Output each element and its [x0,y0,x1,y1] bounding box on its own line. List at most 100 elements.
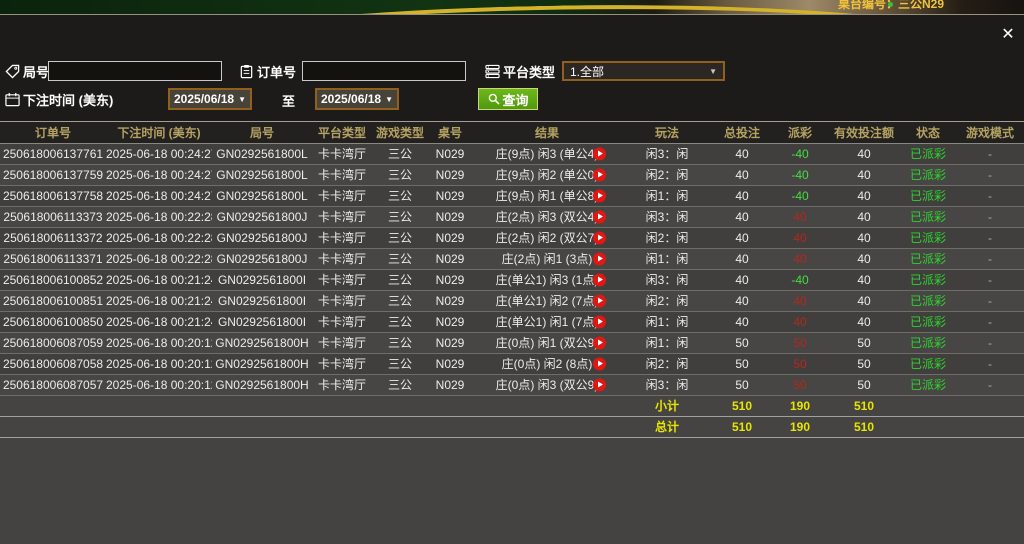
round-input[interactable] [48,61,222,81]
cell-valid: 40 [828,143,900,164]
cell-valid: 40 [828,206,900,227]
cell-valid: 50 [828,374,900,395]
cell-valid: 50 [828,332,900,353]
cell-time: 2025-06-18 00:21:24 [106,290,212,311]
subtotal-mode-spacer [956,395,1024,416]
table-row: 2506180060870572025-06-18 00:20:12GN0292… [0,374,1024,395]
cell-payout: -40 [772,269,828,290]
cell-play: 闲2：闲 [622,353,712,374]
cell-time: 2025-06-18 00:22:28 [106,227,212,248]
cell-payout: 50 [772,332,828,353]
play-video-icon[interactable] [593,294,606,307]
total-label: 总计 [622,416,712,437]
table-row: 2506180061377612025-06-18 00:24:27GN0292… [0,143,1024,164]
cell-game: 三公 [372,311,428,332]
cell-time: 2025-06-18 00:20:12 [106,332,212,353]
cell-time: 2025-06-18 00:20:12 [106,374,212,395]
cell-order: 250618006100852 [0,269,106,290]
cell-valid: 40 [828,248,900,269]
cell-round: GN0292561800L [212,164,312,185]
date-from-picker[interactable]: 2025/06/18 ▼ [168,88,252,110]
cell-time: 2025-06-18 00:22:28 [106,248,212,269]
cell-table: N029 [428,353,472,374]
platform-select-value: 1.全部 [570,63,604,80]
column-header-0: 订单号 [0,122,106,143]
cell-bet: 50 [712,332,772,353]
cell-round: GN0292561800H [212,353,312,374]
cell-round: GN0292561800L [212,185,312,206]
cell-table: N029 [428,143,472,164]
cell-platform: 卡卡湾厅 [312,143,372,164]
column-header-2: 局号 [212,122,312,143]
play-video-icon[interactable] [593,231,606,244]
cell-mode: - [956,269,1024,290]
cell-game: 三公 [372,353,428,374]
cell-bet: 40 [712,248,772,269]
total-row: 总计510190510 [0,416,1024,437]
column-header-3: 平台类型 [312,122,372,143]
cell-platform: 卡卡湾厅 [312,206,372,227]
play-video-icon[interactable] [593,315,606,328]
close-icon[interactable]: ✕ [998,25,1018,45]
column-header-7: 玩法 [622,122,712,143]
clipboard-icon [238,63,254,79]
result-text: 庄(2点) 闲2 (双公7) [496,231,599,245]
play-video-icon[interactable] [593,252,606,265]
bet-time-label: 下注时间 (美东) [23,90,113,109]
cell-time: 2025-06-18 00:21:24 [106,269,212,290]
column-header-11: 状态 [900,122,956,143]
cell-status: 已派彩 [900,248,956,269]
date-to-picker[interactable]: 2025/06/18 ▼ [315,88,399,110]
result-text: 庄(2点) 闲3 (双公4) [496,210,599,224]
cell-game: 三公 [372,143,428,164]
play-video-icon[interactable] [593,147,606,160]
cell-bet: 40 [712,227,772,248]
cell-platform: 卡卡湾厅 [312,185,372,206]
cell-status: 已派彩 [900,353,956,374]
cell-valid: 40 [828,164,900,185]
cell-valid: 40 [828,185,900,206]
cell-platform: 卡卡湾厅 [312,353,372,374]
cell-order: 250618006137759 [0,164,106,185]
play-video-icon[interactable] [593,210,606,223]
cell-table: N029 [428,206,472,227]
cell-order: 250618006113373 [0,206,106,227]
table-header: 订单号下注时间 (美东)局号平台类型游戏类型桌号结果玩法总投注派彩有效投注额状态… [0,122,1024,143]
result-text: 庄(单公1) 闲3 (1点) [496,273,599,287]
table-number-label: 桌台编号：三公N29 [838,0,944,12]
play-video-icon[interactable] [593,357,606,370]
cell-play: 闲3：闲 [622,206,712,227]
play-video-icon[interactable] [593,336,606,349]
cell-result: 庄(单公1) 闲2 (7点) [472,290,622,311]
screen: 桌台编号：三公N29 ✕ 局号 订单号 [0,0,1024,544]
cell-valid: 40 [828,311,900,332]
cell-mode: - [956,290,1024,311]
query-button[interactable]: 查询 [478,88,538,110]
order-field-group: 订单号 [238,60,296,82]
cell-play: 闲3：闲 [622,374,712,395]
play-video-icon[interactable] [593,168,606,181]
play-video-icon[interactable] [593,189,606,202]
subtotal-status-spacer [900,395,956,416]
cell-table: N029 [428,374,472,395]
subtotal-valid: 510 [828,395,900,416]
column-header-4: 游戏类型 [372,122,428,143]
order-label: 订单号 [257,62,296,81]
cell-order: 250618006137758 [0,185,106,206]
cell-play: 闲2：闲 [622,227,712,248]
cell-bet: 40 [712,290,772,311]
play-video-icon[interactable] [593,273,606,286]
platform-label: 平台类型 [503,62,555,81]
cell-result: 庄(0点) 闲3 (双公9) [472,374,622,395]
result-text: 庄(9点) 闲2 (单公0) [496,168,599,182]
column-header-8: 总投注 [712,122,772,143]
cell-order: 250618006137761 [0,143,106,164]
cell-mode: - [956,164,1024,185]
order-input[interactable] [302,61,466,81]
calendar-icon [4,91,20,107]
platform-select[interactable]: 1.全部 ▼ [562,61,725,81]
cell-payout: 40 [772,311,828,332]
table-row: 2506180060870582025-06-18 00:20:12GN0292… [0,353,1024,374]
play-video-icon[interactable] [593,378,606,391]
cell-result: 庄(9点) 闲3 (单公4) [472,143,622,164]
